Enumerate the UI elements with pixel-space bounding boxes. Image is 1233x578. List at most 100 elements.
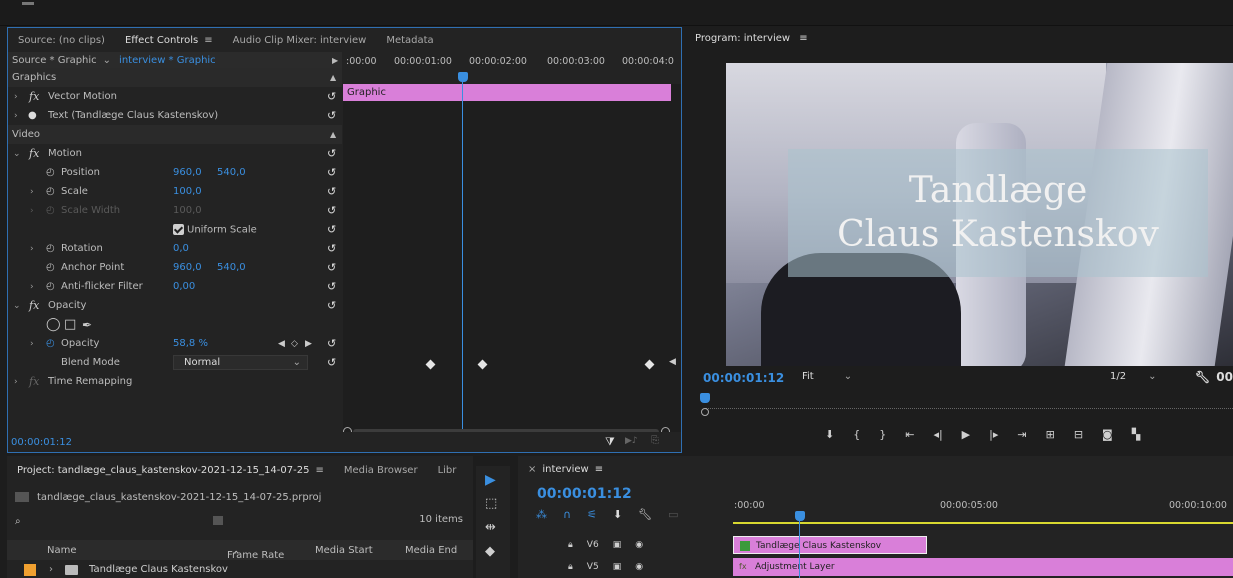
expand-arrow-icon[interactable]: › <box>14 111 18 121</box>
title-caption[interactable]: Tandlæge Claus Kastenskov <box>788 149 1208 277</box>
expand-arrow-icon[interactable]: › <box>14 92 18 102</box>
eye-icon[interactable]: ◉ <box>635 540 643 550</box>
position-x-value[interactable]: 960,0 <box>173 167 202 178</box>
tab-metadata[interactable]: Metadata <box>376 35 443 46</box>
expand-arrow-icon[interactable]: › <box>30 187 34 197</box>
captions-icon[interactable]: ▭ <box>668 508 678 521</box>
collapse-arrow-icon[interactable]: ⌄ <box>13 149 21 159</box>
app-menu-icon[interactable] <box>22 2 34 5</box>
wrench-icon[interactable]: 🔧︎ <box>638 508 652 521</box>
position-y-value[interactable]: 540,0 <box>217 167 246 178</box>
program-scrub-bar[interactable] <box>705 403 1233 409</box>
reset-icon[interactable]: ↺ <box>327 242 336 255</box>
program-monitor-tab[interactable]: Program: interview ≡ <box>695 33 808 44</box>
time-ruler[interactable]: :00:00 00:00:01:00 00:00:02:00 00:00:03:… <box>343 52 681 84</box>
lock-icon[interactable]: 🔒︎ <box>568 562 573 572</box>
tab-libraries[interactable]: Libr <box>428 465 467 476</box>
export-icon[interactable]: ⎘ <box>651 435 659 446</box>
reset-icon[interactable]: ↺ <box>327 109 336 122</box>
keyframe-diamond[interactable] <box>425 359 436 370</box>
mark-in-icon[interactable]: { <box>853 428 860 441</box>
anchor-x-value[interactable]: 960,0 <box>173 262 202 273</box>
reset-icon[interactable]: ↺ <box>327 90 336 103</box>
add-keyframe-icon[interactable]: ◇ <box>291 339 298 349</box>
keyframe-nav-icon[interactable]: ◀ <box>669 357 676 367</box>
razor-tool-icon[interactable]: ◆ <box>485 544 495 559</box>
fx-icon[interactable]: fx <box>29 375 39 388</box>
expand-arrow-icon[interactable]: › <box>30 244 34 254</box>
collapse-arrow-icon[interactable]: ⌄ <box>13 301 21 311</box>
timeline-playhead[interactable] <box>795 511 805 521</box>
timeline-timecode[interactable]: 00:00:01:12 <box>537 486 632 502</box>
expand-arrow-icon[interactable]: › <box>49 564 53 575</box>
snap-icon[interactable]: ∩ <box>563 508 571 521</box>
work-area-bar[interactable] <box>733 522 1233 524</box>
tab-audio-clip-mixer[interactable]: Audio Clip Mixer: interview <box>223 35 377 46</box>
keyframe-diamond[interactable] <box>644 359 655 370</box>
program-timecode[interactable]: 00:00:01:12 <box>703 371 784 385</box>
collapse-icon[interactable]: ▲ <box>330 130 336 139</box>
pen-mask-icon[interactable]: ✒ <box>82 318 92 332</box>
column-media-start[interactable]: Media Start <box>315 545 373 556</box>
fx-icon[interactable]: fx <box>29 90 39 103</box>
stopwatch-icon[interactable]: ◴ <box>46 186 55 197</box>
reset-icon[interactable]: ↺ <box>327 166 336 179</box>
effect-controls-timeline[interactable]: :00:00 00:00:01:00 00:00:02:00 00:00:03:… <box>343 52 681 452</box>
reset-icon[interactable]: ↺ <box>327 299 336 312</box>
current-timecode[interactable]: 00:00:01:12 <box>11 437 72 448</box>
eye-icon[interactable]: ◉ <box>635 562 643 572</box>
tab-project[interactable]: Project: tandlæge_claus_kastenskov-2021-… <box>7 465 334 476</box>
scale-value[interactable]: 100,0 <box>173 186 202 197</box>
mark-out-icon[interactable]: } <box>879 428 886 441</box>
rotation-value[interactable]: 0,0 <box>173 243 189 254</box>
keyframe-diamond[interactable] <box>477 359 488 370</box>
opacity-group-row[interactable]: ⌄ fx Opacity ↺ <box>8 296 342 315</box>
fx-icon[interactable]: fx <box>29 147 39 160</box>
tab-effect-controls[interactable]: Effect Controls ≡ <box>115 35 223 46</box>
graphic-clip-bar[interactable]: Graphic <box>343 84 671 101</box>
program-playhead[interactable] <box>700 393 710 403</box>
track-select-tool-icon[interactable]: ⬚ <box>485 496 497 511</box>
tab-source[interactable]: Source: (no clips) <box>8 35 115 46</box>
program-video-frame[interactable]: Tandlæge Claus Kastenskov <box>726 63 1233 366</box>
prev-keyframe-icon[interactable]: ◀ <box>278 339 285 349</box>
step-forward-icon[interactable]: |▸ <box>989 428 998 441</box>
search-icon[interactable]: ⌕ <box>15 516 21 527</box>
graphic-clip[interactable]: Tandlæge Claus Kastenskov <box>733 536 927 554</box>
sync-lock-icon[interactable]: ▣ <box>613 540 622 550</box>
checkbox-checked-icon[interactable] <box>173 223 184 235</box>
eye-icon[interactable]: ● <box>28 110 37 121</box>
expand-arrow-icon[interactable]: › <box>30 339 34 349</box>
text-layer-row[interactable]: › ● Text (Tandlæge Claus Kastenskov) ↺ <box>8 106 342 125</box>
stopwatch-icon[interactable]: ◴ <box>46 262 55 273</box>
opacity-value[interactable]: 58,8 % <box>173 338 208 349</box>
reset-icon[interactable]: ↺ <box>327 337 336 350</box>
stopwatch-active-icon[interactable]: ◴ <box>46 338 55 349</box>
ripple-edit-tool-icon[interactable]: ⇹ <box>485 520 496 535</box>
sync-lock-icon[interactable]: ▣ <box>613 562 622 572</box>
expand-arrow-icon[interactable]: › <box>30 282 34 292</box>
anchor-y-value[interactable]: 540,0 <box>217 262 246 273</box>
next-keyframe-icon[interactable]: ▶ <box>305 339 312 349</box>
lock-icon[interactable]: 🔒︎ <box>568 540 573 550</box>
motion-row[interactable]: ⌄ fx Motion ↺ <box>8 144 342 163</box>
wrench-icon[interactable]: 🔧︎ <box>1195 370 1210 384</box>
panel-menu-icon[interactable]: ≡ <box>315 465 323 476</box>
play-icon[interactable]: ▶ <box>962 428 970 441</box>
reset-icon[interactable]: ↺ <box>327 261 336 274</box>
zoom-handle[interactable] <box>701 408 709 416</box>
stopwatch-icon[interactable]: ◴ <box>46 243 55 254</box>
column-media-end[interactable]: Media End <box>405 545 457 556</box>
extract-icon[interactable]: ⊟ <box>1074 428 1083 441</box>
panel-menu-icon[interactable]: ≡ <box>799 33 807 44</box>
rectangle-mask-icon[interactable]: □ <box>64 317 76 332</box>
new-bin-icon[interactable] <box>213 516 223 525</box>
fx-icon[interactable]: fx <box>29 299 39 312</box>
source-dropdown-icon[interactable]: ⌄ <box>103 55 111 66</box>
panel-menu-icon[interactable]: ≡ <box>204 35 212 46</box>
stopwatch-icon[interactable]: ◴ <box>46 167 55 178</box>
blend-mode-select[interactable]: Normal ⌄ <box>173 355 308 370</box>
tab-media-browser[interactable]: Media Browser <box>334 465 428 476</box>
collapse-icon[interactable]: ▲ <box>330 73 336 82</box>
reset-icon[interactable]: ↺ <box>327 185 336 198</box>
